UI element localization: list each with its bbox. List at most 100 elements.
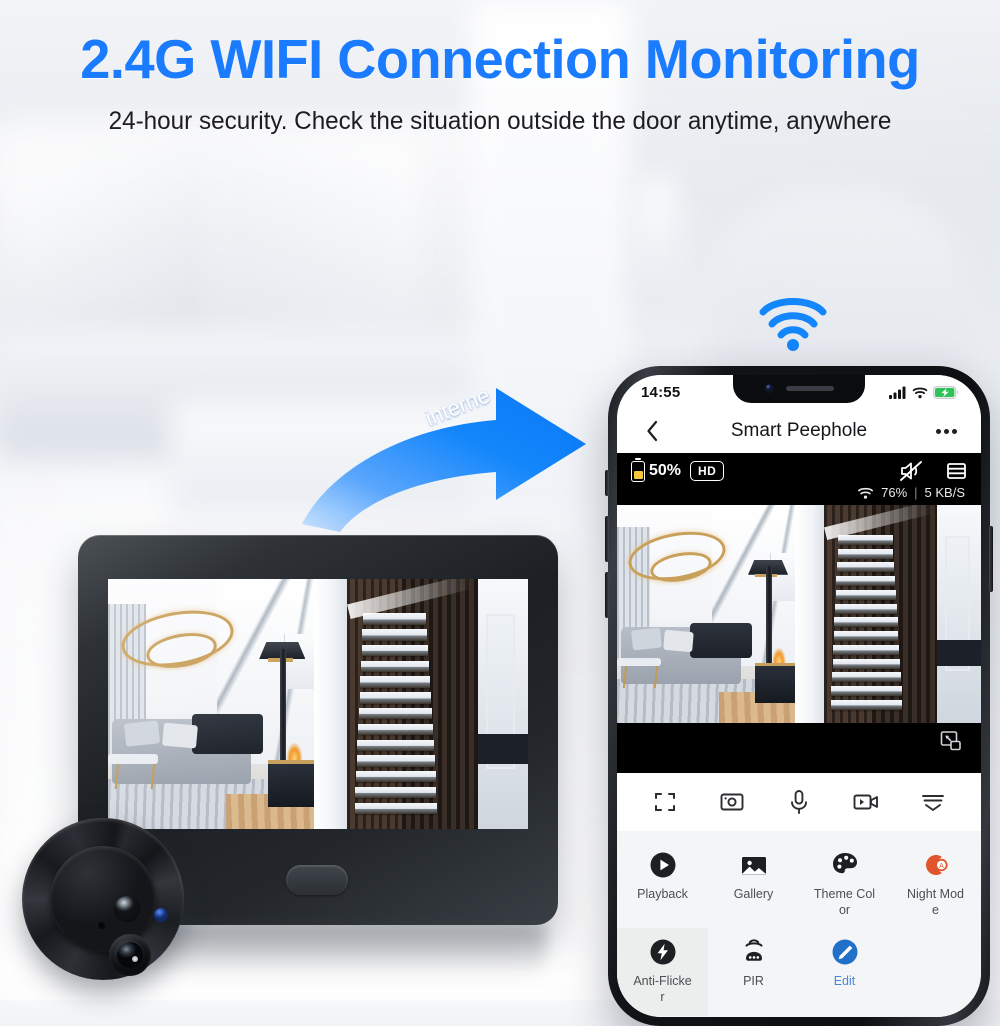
scene-stair-tread — [837, 548, 894, 559]
battery-level-label: 50% — [649, 462, 682, 479]
wifi-icon — [912, 387, 928, 398]
image-icon — [741, 857, 766, 875]
svg-text:A: A — [939, 863, 944, 870]
background-sofa-cushion — [3, 143, 217, 347]
feature-theme-color[interactable]: Theme Color — [799, 841, 890, 928]
camera-lens — [109, 934, 151, 976]
page-title: 2.4G WIFI Connection Monitoring — [80, 28, 920, 90]
fullscreen-button[interactable] — [638, 781, 692, 823]
scene-stair-tread — [362, 629, 427, 641]
phone-power-button[interactable] — [989, 526, 993, 592]
feature-grid: Playback Gallery Theme Color A Night Mod… — [617, 831, 981, 1017]
scene-stair-tread — [354, 802, 438, 814]
phone-frame: 14:55 Smart Peephole 50% HD 76% | 5 KB/S… — [605, 366, 993, 1026]
page-subtitle: 24-hour security. Check the situation ou… — [108, 107, 892, 135]
fullscreen-icon — [654, 793, 675, 811]
wifi-icon — [759, 298, 827, 351]
page-title: Smart Peephole — [730, 420, 868, 441]
play-circle-icon — [650, 852, 675, 878]
collapse-icon — [922, 795, 945, 812]
feature-playback[interactable]: Playback — [617, 841, 708, 928]
network-speed-label: 5 KB/S — [924, 485, 965, 500]
camera-module — [22, 818, 184, 980]
night-mode-icon: A — [925, 855, 948, 875]
collapse-button[interactable] — [906, 781, 960, 823]
camera-lens-glass — [117, 942, 143, 968]
battery-icon — [631, 460, 645, 482]
chevron-left-icon — [646, 420, 657, 442]
video-scene — [617, 505, 981, 723]
scene-stair-tread — [835, 589, 896, 600]
stream-list-button[interactable] — [946, 460, 967, 482]
scene-stair-tread — [356, 771, 436, 783]
feature-label: Night Mode — [907, 887, 964, 917]
battery-level-fill — [633, 471, 643, 479]
status-indicators — [889, 385, 959, 399]
quality-badge[interactable]: HD — [690, 461, 725, 481]
phone-volume-up-button[interactable] — [605, 516, 609, 562]
phone-mute-switch[interactable] — [605, 470, 609, 496]
internet-connection-arrow — [302, 388, 586, 532]
back-button[interactable] — [637, 420, 667, 442]
picture-in-picture-button[interactable] — [939, 729, 963, 758]
scene-stair-tread — [838, 534, 893, 545]
front-camera-icon — [764, 383, 774, 393]
feature-label: Edit — [833, 974, 856, 989]
scene-staircase — [821, 518, 945, 710]
status-time: 14:55 — [641, 383, 681, 401]
mute-button[interactable] — [899, 460, 924, 482]
scene-stair-tread — [359, 692, 431, 704]
feature-edit[interactable]: Edit — [799, 928, 890, 1015]
scene-stair-tread — [832, 658, 901, 669]
stream-list-icon — [947, 463, 966, 479]
scene-stair-tread — [361, 644, 428, 657]
scene-stair-tread — [363, 613, 426, 625]
record-button[interactable] — [839, 781, 893, 823]
phone-screen: 14:55 Smart Peephole 50% HD 76% | 5 KB/S… — [617, 375, 981, 1017]
feature-grid-row: Anti-Flicker PIR Edit — [617, 928, 981, 1016]
network-strength-label: 76% — [881, 485, 908, 500]
picture-in-picture-icon — [940, 731, 961, 751]
live-video-feed[interactable] — [617, 505, 981, 723]
feature-label: Anti-Flicker — [633, 974, 692, 1004]
feature-grid-row: Playback Gallery Theme Color A Night Mod… — [617, 841, 981, 928]
video-letterbox — [617, 723, 981, 773]
scene-stair-tread — [836, 576, 896, 587]
wifi-icon — [858, 487, 874, 499]
scene-stair-tread — [835, 603, 897, 614]
home-button[interactable] — [286, 865, 348, 895]
feature-anti-flicker[interactable]: Anti-Flicker — [617, 928, 708, 1016]
network-divider: | — [914, 485, 918, 500]
scene-stair-tread — [357, 739, 434, 751]
network-status: 76% | 5 KB/S — [631, 482, 967, 505]
video-status-toolbar: 50% HD 76% | 5 KB/S — [617, 453, 981, 505]
status-led — [154, 908, 168, 922]
status-bar: 14:55 — [617, 375, 981, 409]
hero-text-block: 2.4G WIFI Connection Monitoring 24-hour … — [0, 32, 1000, 136]
cellular-signal-icon — [889, 386, 906, 399]
scene-stair-tread — [358, 707, 432, 720]
flash-icon — [650, 939, 675, 965]
phone-volume-down-button[interactable] — [605, 572, 609, 618]
feature-pir[interactable]: PIR — [708, 928, 799, 1015]
talk-button[interactable] — [772, 781, 826, 823]
feature-night-mode[interactable]: A Night Mode — [890, 841, 981, 928]
more-options-button[interactable] — [931, 428, 961, 434]
scene-stair-tread — [833, 631, 899, 642]
feature-label: PIR — [743, 974, 764, 989]
smartphone-mockup: 14:55 Smart Peephole 50% HD 76% | 5 KB/S… — [605, 366, 993, 1026]
app-header: Smart Peephole — [617, 409, 981, 453]
monitor-video-scene — [108, 579, 528, 829]
scene-stair-tread — [830, 699, 903, 710]
scene-stair-tread — [834, 617, 898, 628]
snapshot-button[interactable] — [705, 781, 759, 823]
feature-gallery[interactable]: Gallery — [708, 841, 799, 928]
feature-label: Gallery — [733, 887, 774, 901]
scene-stair-tread — [360, 676, 430, 688]
edit-pencil-icon — [832, 939, 857, 965]
scene-stair-tread — [831, 686, 902, 697]
background-sofa-cushion — [210, 140, 420, 330]
feature-label: Playback — [637, 887, 688, 901]
video-control-row — [617, 773, 981, 831]
scene-stair-tread — [355, 786, 437, 799]
